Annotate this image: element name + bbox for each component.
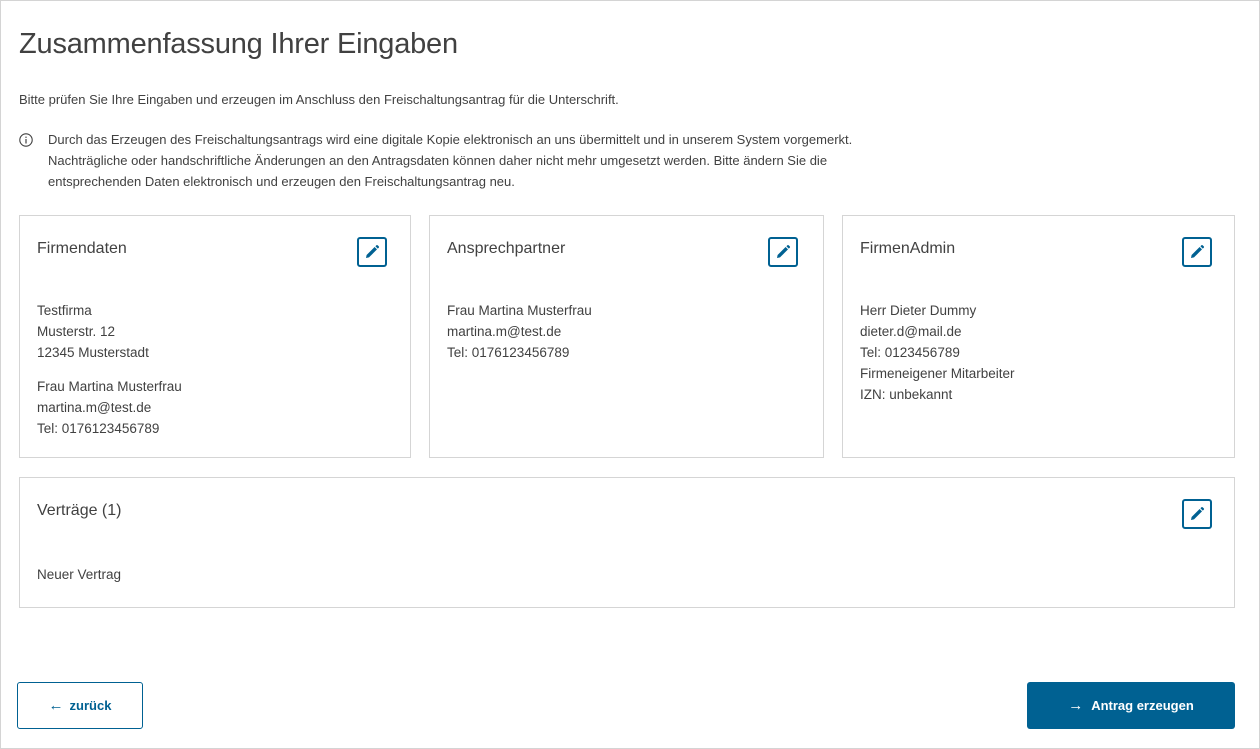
notice-line: Durch das Erzeugen des Freischaltungsant… xyxy=(48,132,853,147)
notice-text: Durch das Erzeugen des Freischaltungsant… xyxy=(48,129,852,192)
edit-firmendaten-button[interactable] xyxy=(357,237,387,267)
back-button[interactable]: ← zurück xyxy=(17,682,143,729)
card-title: Firmendaten xyxy=(37,240,127,257)
card-title: Ansprechpartner xyxy=(447,240,566,257)
contact-name: Frau Martina Musterfrau xyxy=(37,379,182,394)
pencil-icon xyxy=(366,244,380,258)
admin-izn: IZN: unbekannt xyxy=(860,387,953,402)
contact-email: martina.m@test.de xyxy=(447,324,562,339)
list-item: Neuer Vertrag xyxy=(37,567,122,582)
card-vertraege: Verträge (1) Neuer Vertrag xyxy=(19,477,1235,608)
arrow-right-icon: → xyxy=(1068,697,1084,714)
info-icon xyxy=(19,133,33,147)
pencil-icon xyxy=(777,244,791,258)
notice-line: Nachträgliche oder handschriftliche Ände… xyxy=(48,153,828,168)
edit-firmenadmin-button[interactable] xyxy=(1182,237,1212,267)
admin-email: dieter.d@mail.de xyxy=(860,324,962,339)
contact-phone: Tel: 0176123456789 xyxy=(447,345,570,360)
company-street: Musterstr. 12 xyxy=(37,324,116,339)
admin-details: Herr Dieter Dummy dieter.d@mail.de Tel: … xyxy=(860,300,1015,405)
contact-person: Frau Martina Musterfrau martina.m@test.d… xyxy=(447,300,592,363)
admin-phone: Tel: 0123456789 xyxy=(860,345,960,360)
notice: Durch das Erzeugen des Freischaltungsant… xyxy=(19,131,1219,192)
company-address: Testfirma Musterstr. 12 12345 Musterstad… xyxy=(37,300,149,363)
card-title: FirmenAdmin xyxy=(860,240,956,257)
create-application-label: Antrag erzeugen xyxy=(1091,698,1194,713)
back-button-label: zurück xyxy=(69,698,112,713)
edit-ansprechpartner-button[interactable] xyxy=(768,237,798,267)
notice-line: entsprechenden Daten elektronisch und er… xyxy=(48,174,515,189)
edit-vertraege-button[interactable] xyxy=(1182,499,1212,529)
contact-email: martina.m@test.de xyxy=(37,400,152,415)
card-title: Verträge (1) xyxy=(37,502,122,519)
card-firmenadmin: FirmenAdmin Herr Dieter Dummy dieter.d@m… xyxy=(842,215,1235,458)
contract-list: Neuer Vertrag xyxy=(37,564,121,585)
card-firmendaten: Firmendaten Testfirma Musterstr. 12 1234… xyxy=(19,215,411,458)
company-contact: Frau Martina Musterfrau martina.m@test.d… xyxy=(37,376,182,439)
contact-phone: Tel: 0176123456789 xyxy=(37,421,160,436)
pencil-icon xyxy=(1191,506,1205,520)
admin-name: Herr Dieter Dummy xyxy=(860,303,977,318)
admin-role: Firmeneigener Mitarbeiter xyxy=(860,366,1015,381)
company-name: Testfirma xyxy=(37,303,92,318)
company-city: 12345 Musterstadt xyxy=(37,345,149,360)
intro-text: Bitte prüfen Sie Ihre Eingaben und erzeu… xyxy=(19,92,619,107)
page-title: Zusammenfassung Ihrer Eingaben xyxy=(19,28,458,60)
create-application-button[interactable]: → Antrag erzeugen xyxy=(1027,682,1235,729)
card-ansprechpartner: Ansprechpartner Frau Martina Musterfrau … xyxy=(429,215,824,458)
pencil-icon xyxy=(1191,244,1205,258)
contact-name: Frau Martina Musterfrau xyxy=(447,303,592,318)
arrow-left-icon: ← xyxy=(48,697,64,714)
